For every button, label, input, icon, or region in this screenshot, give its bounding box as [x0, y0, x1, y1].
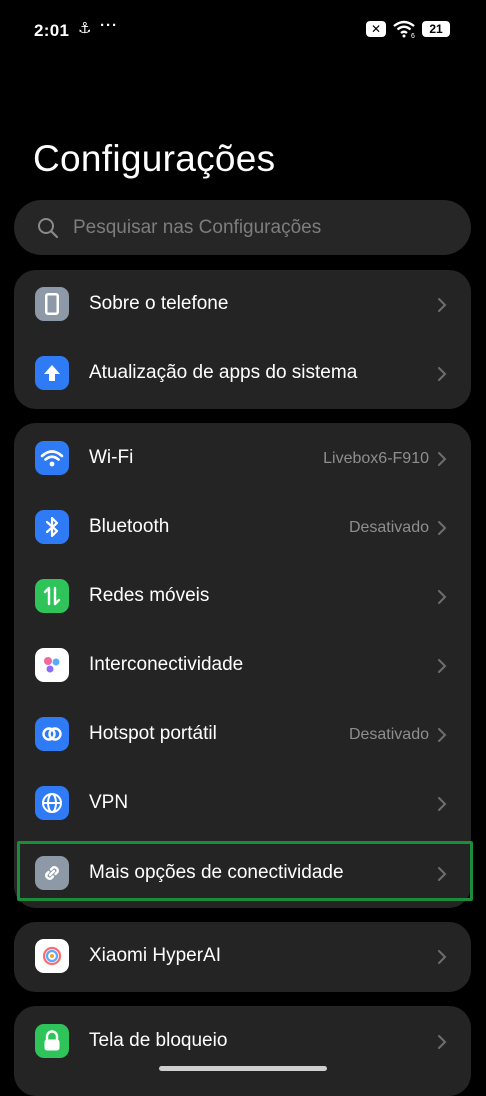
settings-group-ai: Xiaomi HyperAI — [14, 922, 471, 992]
gesture-nav-bar[interactable] — [159, 1066, 327, 1071]
interconnect-icon — [35, 648, 69, 682]
settings-item-label: Mais opções de conectividade — [89, 862, 344, 883]
settings-item-atualizacao-apps[interactable]: Atualização de apps do sistema — [14, 339, 471, 409]
chevron-right-icon — [438, 950, 447, 964]
lock-icon — [35, 1024, 69, 1058]
phone-icon — [35, 287, 69, 321]
globe-icon — [35, 786, 69, 820]
chevron-right-icon — [438, 659, 447, 673]
no-sim-icon: ✕ — [366, 21, 386, 37]
wifi-sub-label: 6 — [411, 33, 415, 38]
search-bar[interactable] — [14, 200, 471, 255]
settings-item-value: Livebox6-F910 — [323, 450, 429, 467]
chevron-right-icon — [438, 1035, 447, 1049]
settings-group-device: Sobre o telefone Atualização de apps do … — [14, 270, 471, 409]
settings-item-label: Sobre o telefone — [89, 293, 229, 314]
settings-item-hotspot[interactable]: Hotspot portátil Desativado — [14, 700, 471, 770]
chevron-right-icon — [438, 367, 447, 381]
settings-item-wifi[interactable]: Wi-Fi Livebox6-F910 — [14, 424, 471, 494]
arrow-up-icon — [35, 356, 69, 390]
more-notifications-icon: ··· — [100, 17, 118, 34]
hyperai-icon — [35, 939, 69, 973]
settings-group-connectivity: Wi-Fi Livebox6-F910 Bluetooth Desativado… — [14, 423, 473, 909]
status-bar: 2:01 ⚓ ··· ✕ 6 21 — [0, 0, 486, 62]
settings-item-xiaomi-hyperai[interactable]: Xiaomi HyperAI — [14, 922, 471, 992]
chevron-right-icon — [438, 867, 447, 881]
search-input[interactable] — [71, 215, 455, 240]
settings-item-label: Wi-Fi — [89, 447, 134, 468]
settings-item-label: Tela de bloqueio — [89, 1030, 228, 1051]
settings-item-label: Hotspot portátil — [89, 723, 217, 744]
search-icon — [38, 217, 59, 238]
settings-item-bluetooth[interactable]: Bluetooth Desativado — [14, 493, 471, 563]
anchor-icon: ⚓ — [78, 20, 92, 37]
settings-item-mais-opcoes-conectividade[interactable]: Mais opções de conectividade — [14, 839, 471, 909]
status-time: 2:01 — [34, 21, 70, 40]
hotspot-icon — [35, 717, 69, 751]
settings-item-label: Interconectividade — [89, 654, 244, 675]
mobile-data-icon — [35, 579, 69, 613]
settings-item-redes-moveis[interactable]: Redes móveis — [14, 562, 471, 632]
settings-item-sobre-telefone[interactable]: Sobre o telefone — [14, 270, 471, 340]
battery-icon: 21 — [422, 21, 450, 37]
chevron-right-icon — [438, 452, 447, 466]
chevron-right-icon — [438, 521, 447, 535]
chevron-right-icon — [438, 590, 447, 604]
bluetooth-icon — [35, 510, 69, 544]
chevron-right-icon — [438, 298, 447, 312]
settings-item-value: Desativado — [348, 519, 429, 536]
status-icons: ✕ 6 21 — [366, 20, 450, 38]
settings-item-label: Atualização de apps do sistema — [89, 362, 358, 383]
settings-item-label: Bluetooth — [89, 516, 170, 537]
wifi-icon — [35, 441, 69, 475]
settings-item-label: VPN — [89, 792, 129, 813]
settings-item-interconectividade[interactable]: Interconectividade — [14, 631, 471, 701]
link-icon — [35, 856, 69, 890]
page-title: Configurações — [33, 138, 276, 179]
chevron-right-icon — [438, 728, 447, 742]
chevron-right-icon — [438, 797, 447, 811]
settings-item-value: Desativado — [348, 726, 429, 743]
wifi-status-icon: 6 — [393, 20, 415, 38]
settings-group-lock: Tela de bloqueio — [14, 1006, 471, 1096]
settings-item-vpn[interactable]: VPN — [14, 769, 471, 839]
settings-item-label: Redes móveis — [89, 585, 210, 606]
settings-item-label: Xiaomi HyperAI — [89, 945, 221, 966]
